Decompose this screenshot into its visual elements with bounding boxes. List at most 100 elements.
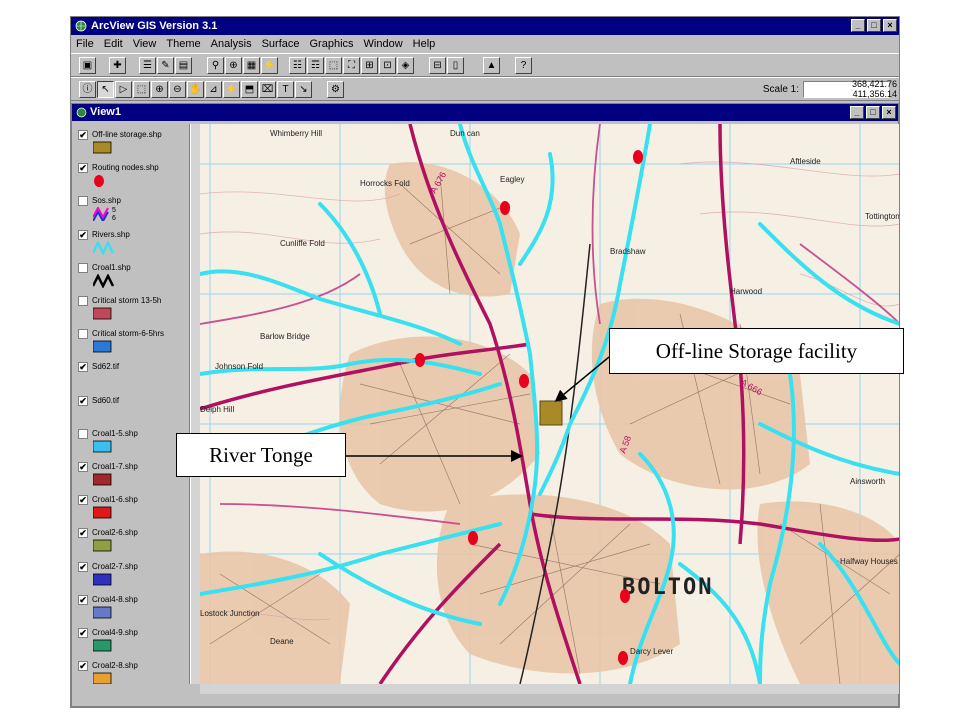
text-tool[interactable]: T bbox=[277, 81, 294, 98]
layer-visibility-checkbox[interactable]: ✔ bbox=[78, 229, 88, 240]
layer-visibility-checkbox[interactable]: ✔ bbox=[78, 462, 88, 472]
toc-layer[interactable]: ✔ Croal2-7.shp bbox=[76, 561, 189, 595]
toc-layer[interactable]: ✔ Croal4-9.shp bbox=[76, 628, 189, 661]
menu-view[interactable]: View bbox=[128, 36, 162, 52]
zoom-active-themes-button[interactable]: ⊞ bbox=[361, 57, 378, 74]
layer-visibility-checkbox[interactable]: ✔ bbox=[78, 594, 88, 605]
pointer-tool[interactable]: ↖ bbox=[97, 81, 114, 98]
hotlink-tool[interactable]: ⚡ bbox=[223, 81, 240, 98]
toc-layer[interactable]: ✔ Routing nodes.shp bbox=[76, 163, 189, 196]
select-feature-tool[interactable]: ⬚ bbox=[133, 81, 150, 98]
toc-layer[interactable]: ✔ Croal1-6.shp bbox=[76, 495, 189, 528]
toc-layer[interactable]: ✔ Croal4-8.shp bbox=[76, 594, 189, 628]
zoom-previous-button[interactable]: ◈ bbox=[397, 57, 414, 74]
zoom-in-tool[interactable]: ⊕ bbox=[151, 81, 168, 98]
map-display[interactable]: Whimberry Hill Dun can Eagley Horrocks F… bbox=[200, 124, 900, 684]
layer-visibility-checkbox[interactable]: ✔ bbox=[78, 130, 88, 140]
vertex-edit-tool[interactable]: ▷ bbox=[115, 81, 132, 98]
maximize-button[interactable]: □ bbox=[867, 19, 881, 32]
menu-window[interactable]: Window bbox=[359, 36, 408, 52]
hotlink-button[interactable]: ⚡ bbox=[261, 57, 278, 74]
layer-visibility-checkbox[interactable] bbox=[78, 428, 88, 439]
label-tool[interactable]: ⌧ bbox=[259, 81, 276, 98]
theme-properties-button[interactable]: ☰ bbox=[139, 57, 156, 74]
zoom-full-extent-button[interactable]: ⛶ bbox=[343, 57, 360, 74]
routing-node[interactable] bbox=[618, 651, 628, 665]
place-label: Bradshaw bbox=[610, 247, 646, 256]
layer-visibility-checkbox[interactable]: ✔ bbox=[78, 163, 88, 174]
zoom-out-tool[interactable]: ⊖ bbox=[169, 81, 186, 98]
layer-symbol bbox=[93, 606, 112, 619]
layer-visibility-checkbox[interactable] bbox=[78, 296, 88, 306]
area-of-interest-tool[interactable]: ⬒ bbox=[241, 81, 258, 98]
menu-help[interactable]: Help bbox=[408, 36, 441, 52]
view-minimize-button[interactable]: _ bbox=[850, 106, 864, 119]
toc-layer[interactable]: Critical storm-6-5hrs bbox=[76, 329, 189, 362]
menu-graphics[interactable]: Graphics bbox=[305, 36, 359, 52]
routing-node[interactable] bbox=[415, 353, 425, 367]
layer-visibility-checkbox[interactable] bbox=[78, 262, 88, 273]
toc-layer[interactable]: ✔ Croal1-7.shp bbox=[76, 462, 189, 495]
menu-theme[interactable]: Theme bbox=[161, 36, 205, 52]
title-bar: ArcView GIS Version 3.1 _ □ × bbox=[71, 17, 899, 35]
query-button[interactable]: ▦ bbox=[243, 57, 260, 74]
routing-node[interactable] bbox=[519, 374, 529, 388]
pan-tool[interactable]: ✋ bbox=[187, 81, 204, 98]
clear-selection-button[interactable]: ⬚ bbox=[325, 57, 342, 74]
open-theme-table-button[interactable]: ▤ bbox=[175, 57, 192, 74]
layer-visibility-checkbox[interactable]: ✔ bbox=[78, 528, 88, 539]
menu-edit[interactable]: Edit bbox=[99, 36, 128, 52]
view-maximize-button[interactable]: □ bbox=[866, 106, 880, 119]
toc-layer[interactable]: ✔ Croal2-8.shp bbox=[76, 661, 189, 684]
layer-visibility-checkbox[interactable]: ✔ bbox=[78, 395, 88, 406]
routing-node[interactable] bbox=[620, 589, 630, 603]
layout-button[interactable]: ⊟ bbox=[429, 57, 446, 74]
find-button[interactable]: ⚲ bbox=[207, 57, 224, 74]
edit-legend-button[interactable]: ✎ bbox=[157, 57, 174, 74]
menu-surface[interactable]: Surface bbox=[257, 36, 305, 52]
routing-node[interactable] bbox=[500, 201, 510, 215]
place-label: Tottington bbox=[865, 212, 900, 221]
toc-layer[interactable]: Croal1-5.shp bbox=[76, 428, 189, 462]
toc-layer[interactable]: ✔ Croal2-6.shp bbox=[76, 528, 189, 561]
save-project-button[interactable]: ▣ bbox=[79, 57, 96, 74]
toc-scrollbar[interactable] bbox=[190, 124, 200, 684]
menu-analysis[interactable]: Analysis bbox=[206, 36, 257, 52]
toc-layer[interactable]: Critical storm 13-5h bbox=[76, 296, 189, 329]
add-theme-button[interactable]: ✚ bbox=[109, 57, 126, 74]
locate-button[interactable]: ⊕ bbox=[225, 57, 242, 74]
layer-name: Sos.shp bbox=[92, 196, 121, 206]
offline-storage-marker[interactable] bbox=[539, 400, 563, 426]
layer-visibility-checkbox[interactable]: ✔ bbox=[78, 628, 88, 638]
map-horizontal-scrollbar[interactable] bbox=[200, 684, 899, 694]
minimize-button[interactable]: _ bbox=[851, 19, 865, 32]
layer-visibility-checkbox[interactable]: ✔ bbox=[78, 495, 88, 506]
print-button[interactable]: ▯ bbox=[447, 57, 464, 74]
chart-button[interactable]: ▲ bbox=[483, 57, 500, 74]
toc-layer[interactable]: Sos.shp 5 6 bbox=[76, 196, 189, 229]
select-all-button[interactable]: ☶ bbox=[307, 57, 324, 74]
layer-visibility-checkbox[interactable] bbox=[78, 329, 88, 340]
toc-layer[interactable]: ✔ Sd62.tif bbox=[76, 362, 189, 395]
zoom-selected-button[interactable]: ⊡ bbox=[379, 57, 396, 74]
toc-layer[interactable]: ✔ Off-line storage.shp bbox=[76, 130, 189, 163]
close-button[interactable]: × bbox=[883, 19, 897, 32]
layer-visibility-checkbox[interactable]: ✔ bbox=[78, 362, 88, 373]
draw-tool[interactable]: ↘ bbox=[295, 81, 312, 98]
toc-layer[interactable]: ✔ Sd60.tif bbox=[76, 395, 189, 429]
measure-tool[interactable]: ⊿ bbox=[205, 81, 222, 98]
toc-layer[interactable]: Croal1.shp bbox=[76, 262, 189, 296]
custom-tool[interactable]: ⚙ bbox=[327, 81, 344, 98]
toc-layer[interactable]: ✔ Rivers.shp bbox=[76, 229, 189, 263]
routing-node[interactable] bbox=[468, 531, 478, 545]
menu-file[interactable]: File bbox=[71, 36, 99, 52]
layer-visibility-checkbox[interactable]: ✔ bbox=[78, 661, 88, 672]
layer-visibility-checkbox[interactable]: ✔ bbox=[78, 561, 88, 572]
view-close-button[interactable]: × bbox=[882, 106, 896, 119]
layer-visibility-checkbox[interactable] bbox=[78, 196, 88, 207]
routing-node[interactable] bbox=[633, 150, 643, 164]
help-button[interactable]: ? bbox=[515, 57, 532, 74]
select-features-button[interactable]: ☷ bbox=[289, 57, 306, 74]
info-tool[interactable]: ⓘ bbox=[79, 81, 96, 98]
layer-name: Croal4-9.shp bbox=[92, 628, 138, 637]
